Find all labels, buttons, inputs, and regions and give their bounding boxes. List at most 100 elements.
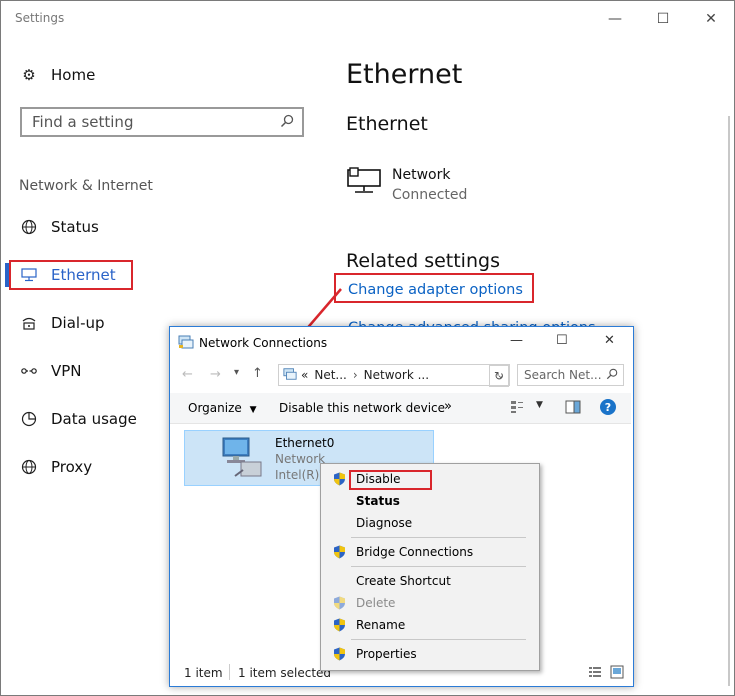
menu-item-bridge-connections[interactable]: Bridge Connections bbox=[321, 541, 539, 563]
address-crumb-2[interactable]: Network ... bbox=[364, 368, 429, 382]
globe-status-icon bbox=[19, 219, 39, 235]
organize-label: Organize bbox=[188, 401, 242, 415]
window-title: Settings bbox=[15, 11, 65, 25]
change-adapter-options-link[interactable]: Change adapter options bbox=[348, 282, 523, 298]
menu-separator bbox=[351, 566, 526, 567]
close-button[interactable]: ✕ bbox=[688, 7, 734, 31]
sidebar-item-label: Proxy bbox=[51, 458, 93, 476]
menu-item-label: Properties bbox=[356, 647, 417, 661]
context-menu: Disable Status Diagnose Bridge Connectio… bbox=[320, 463, 540, 671]
address-crumb-1[interactable]: Net... bbox=[314, 368, 347, 382]
chevron-right-icon: › bbox=[352, 368, 358, 382]
minimize-button[interactable]: — bbox=[592, 7, 638, 31]
menu-item-label: Status bbox=[356, 494, 400, 508]
command-bar: Organize ▼ Disable this network device »… bbox=[170, 393, 631, 424]
search-placeholder: Find a setting bbox=[32, 113, 134, 131]
nc-search-input[interactable]: Search Net... bbox=[517, 364, 624, 386]
menu-item-properties[interactable]: Properties bbox=[321, 643, 539, 665]
sidebar-item-label: Data usage bbox=[51, 410, 137, 428]
uac-shield-icon bbox=[333, 472, 346, 486]
recent-dropdown-icon[interactable]: ▾ bbox=[234, 367, 239, 378]
address-bar[interactable]: « Net... › Network ... ⌄ bbox=[278, 364, 510, 386]
sidebar-item-label: Status bbox=[51, 218, 99, 236]
more-commands-button[interactable]: » bbox=[444, 399, 452, 414]
uac-shield-icon bbox=[333, 545, 346, 559]
nc-search-placeholder: Search Net... bbox=[524, 368, 602, 382]
organize-button[interactable]: Organize ▼ bbox=[188, 401, 257, 415]
data-usage-icon bbox=[19, 411, 39, 427]
nc-window-title: Network Connections bbox=[199, 336, 328, 350]
sidebar-item-label: Dial-up bbox=[51, 314, 105, 332]
view-dropdown-icon[interactable]: ▼ bbox=[536, 400, 543, 410]
network-folder-icon bbox=[178, 334, 194, 354]
status-item-count: 1 item bbox=[184, 666, 223, 680]
adapter-name: Ethernet0 bbox=[275, 436, 335, 450]
sidebar-item-proxy[interactable]: Proxy bbox=[19, 455, 92, 479]
uac-shield-icon bbox=[333, 618, 346, 632]
sidebar-item-data-usage[interactable]: Data usage bbox=[19, 407, 137, 431]
large-icons-view-icon[interactable] bbox=[610, 665, 624, 682]
ethernet-section-title: Ethernet bbox=[346, 113, 428, 135]
search-icon bbox=[606, 368, 618, 383]
network-name[interactable]: Network bbox=[392, 167, 450, 183]
network-adapter-icon bbox=[221, 436, 265, 484]
page-title: Ethernet bbox=[346, 59, 463, 90]
nc-close-button[interactable]: ✕ bbox=[604, 333, 615, 348]
related-settings-title: Related settings bbox=[346, 250, 500, 272]
dialup-icon bbox=[19, 315, 39, 331]
help-icon[interactable]: ? bbox=[600, 399, 616, 415]
forward-arrow-icon[interactable]: → bbox=[210, 367, 221, 382]
menu-item-label: Delete bbox=[356, 596, 396, 610]
menu-item-diagnose[interactable]: Diagnose bbox=[321, 512, 539, 534]
address-overflow[interactable]: « bbox=[301, 368, 308, 382]
sidebar-item-status[interactable]: Status bbox=[19, 215, 99, 239]
chevron-down-icon: ▼ bbox=[249, 405, 257, 415]
menu-item-create-shortcut[interactable]: Create Shortcut bbox=[321, 570, 539, 592]
network-monitor-icon bbox=[347, 167, 383, 199]
disable-device-button[interactable]: Disable this network device bbox=[279, 401, 445, 415]
sidebar-item-label: Ethernet bbox=[51, 266, 116, 284]
uac-shield-icon bbox=[333, 596, 346, 610]
nav-home[interactable]: ⚙ Home bbox=[19, 63, 95, 87]
menu-separator bbox=[351, 537, 526, 538]
settings-window: Settings — ☐ ✕ ⚙ Home Find a setting Net… bbox=[0, 0, 735, 696]
settings-search-input[interactable]: Find a setting bbox=[20, 107, 304, 137]
sidebar-item-vpn[interactable]: VPN bbox=[19, 359, 82, 383]
nc-maximize-button[interactable]: ☐ bbox=[556, 333, 568, 348]
nc-titlebar: Network Connections — ☐ ✕ bbox=[170, 327, 633, 359]
gear-icon: ⚙ bbox=[22, 66, 36, 84]
nav-home-label: Home bbox=[51, 66, 96, 84]
view-options-icon[interactable] bbox=[510, 400, 524, 417]
menu-item-label: Diagnose bbox=[356, 516, 413, 530]
section-title: Network & Internet bbox=[19, 178, 153, 194]
uac-shield-icon bbox=[333, 647, 346, 661]
menu-item-label: Create Shortcut bbox=[356, 574, 451, 588]
status-selected-count: 1 item selected bbox=[238, 666, 332, 680]
adapter-network: Network bbox=[275, 452, 326, 466]
menu-item-delete: Delete bbox=[321, 592, 539, 614]
menu-item-label: Bridge Connections bbox=[356, 545, 474, 559]
menu-item-rename[interactable]: Rename bbox=[321, 614, 539, 636]
details-view-icon[interactable] bbox=[588, 665, 602, 682]
refresh-icon[interactable]: ↻ bbox=[489, 365, 509, 387]
scrollbar[interactable] bbox=[728, 116, 730, 686]
sidebar-item-ethernet[interactable]: Ethernet bbox=[19, 263, 116, 287]
search-icon bbox=[280, 114, 294, 132]
menu-item-status[interactable]: Status bbox=[321, 490, 539, 512]
menu-item-label: Rename bbox=[356, 618, 406, 632]
status-divider bbox=[229, 664, 230, 680]
address-folder-icon bbox=[283, 367, 297, 384]
maximize-button[interactable]: ☐ bbox=[640, 7, 686, 31]
sidebar-item-dialup[interactable]: Dial-up bbox=[19, 311, 105, 335]
network-status: Connected bbox=[392, 187, 468, 203]
menu-separator bbox=[351, 639, 526, 640]
back-arrow-icon[interactable]: ← bbox=[182, 367, 193, 382]
up-arrow-icon[interactable]: ↑ bbox=[252, 366, 263, 381]
preview-pane-icon[interactable] bbox=[565, 400, 581, 417]
nc-minimize-button[interactable]: — bbox=[510, 333, 523, 348]
sidebar-item-label: VPN bbox=[51, 362, 82, 380]
ethernet-icon bbox=[19, 268, 39, 282]
vpn-icon bbox=[19, 365, 39, 377]
highlight-disable-box bbox=[349, 470, 432, 490]
globe-icon bbox=[19, 459, 39, 475]
